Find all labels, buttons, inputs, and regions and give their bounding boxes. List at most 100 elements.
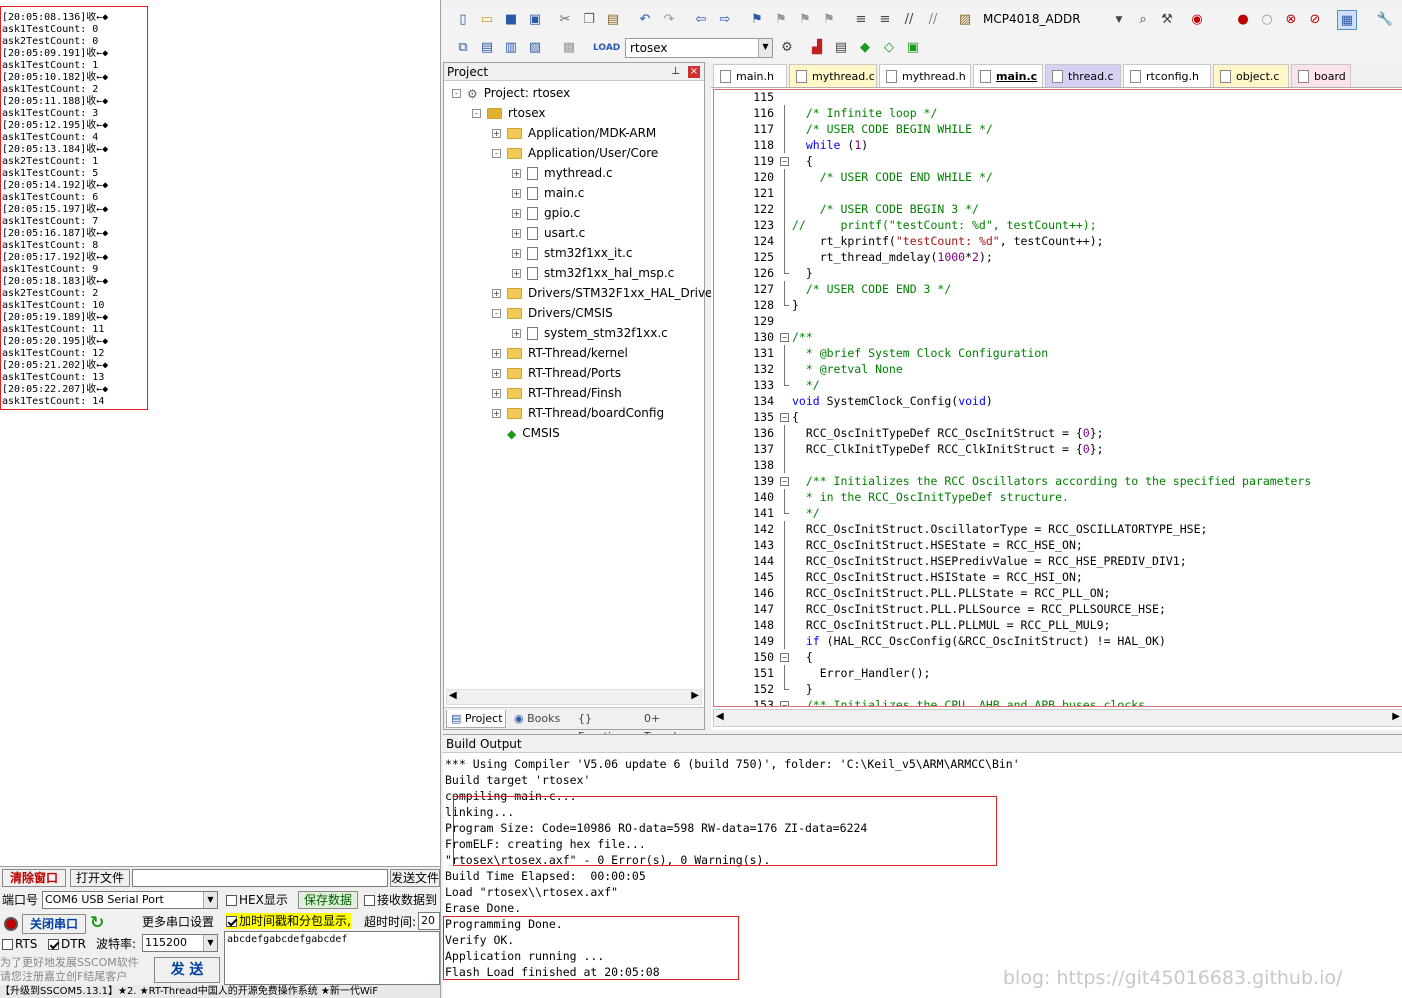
save-all-icon[interactable]: ▣ <box>525 10 545 30</box>
incremental-find-icon[interactable]: ⚒ <box>1157 10 1177 30</box>
fold-collapse-icon[interactable]: − <box>780 649 790 665</box>
project-tree-hscrollbar[interactable]: ◀ ▶ <box>446 689 702 705</box>
pack-installer-icon[interactable]: ▣ <box>903 38 923 58</box>
collapse-icon[interactable]: - <box>452 89 461 98</box>
scroll-right-icon[interactable]: ▶ <box>691 690 699 701</box>
send-file-button[interactable]: 发送文件 <box>390 869 440 887</box>
tree-item-folder[interactable]: - Drivers/CMSIS <box>492 303 613 323</box>
copy-icon[interactable]: ❐ <box>579 10 599 30</box>
build-icon[interactable]: ▤ <box>477 38 497 58</box>
close-icon[interactable]: × <box>688 66 700 78</box>
tree-item-folder[interactable]: + Drivers/STM32F1xx_HAL_Driver <box>492 283 717 303</box>
baud-select[interactable]: 115200 ▼ <box>142 934 218 952</box>
port-select[interactable]: COM6 USB Serial Port ▼ <box>42 891 218 909</box>
tree-item-file[interactable]: + gpio.c <box>512 203 580 223</box>
expand-icon[interactable]: + <box>512 329 521 338</box>
clear-window-button[interactable]: 清除窗口 <box>2 869 66 887</box>
recv-to-file-checkbox[interactable]: 接收数据到 <box>364 892 437 908</box>
refresh-icon[interactable]: ↻ <box>90 913 104 933</box>
send-text-input[interactable]: abcdefgabcdefgabcdef <box>224 931 440 985</box>
collapse-icon[interactable]: - <box>492 149 501 158</box>
scroll-right-icon[interactable]: ▶ <box>1392 711 1400 722</box>
next-bookmark-icon[interactable]: ⚑ <box>795 10 815 30</box>
dtr-checkbox[interactable]: DTR <box>48 936 86 952</box>
tab-templates[interactable]: 0+ Templ... <box>640 710 704 743</box>
fold-collapse-icon[interactable]: − <box>780 697 790 706</box>
fold-collapse-icon[interactable]: − <box>780 153 790 169</box>
file-path-input[interactable] <box>132 869 388 887</box>
new-file-icon[interactable]: ▯ <box>453 10 473 30</box>
tree-item-file[interactable]: + stm32f1xx_it.c <box>512 243 632 263</box>
fold-collapse-icon[interactable]: − <box>780 329 790 345</box>
save-data-button[interactable]: 保存数据 <box>298 891 358 909</box>
expand-icon[interactable]: + <box>512 189 521 198</box>
open-file-icon[interactable]: ▭ <box>477 10 497 30</box>
fold-collapse-icon[interactable]: − <box>780 473 790 489</box>
expand-icon[interactable]: + <box>492 389 501 398</box>
prev-bookmark-icon[interactable]: ⚑ <box>771 10 791 30</box>
tree-item-file[interactable]: + stm32f1xx_hal_msp.c <box>512 263 674 283</box>
timestamp-checkbox[interactable]: 加时间戳和分包显示, <box>226 913 351 929</box>
comment-icon[interactable]: // <box>899 10 919 30</box>
batch-build-icon[interactable]: ▧ <box>525 38 545 58</box>
expand-icon[interactable]: + <box>512 249 521 258</box>
save-icon[interactable]: ■ <box>501 10 521 30</box>
expand-icon[interactable]: + <box>492 129 501 138</box>
chevron-down-icon[interactable]: ▼ <box>1109 10 1129 30</box>
timeout-input[interactable]: 20 <box>418 912 440 930</box>
tree-item-folder[interactable]: + Application/MDK-ARM <box>492 123 656 143</box>
tab-board[interactable]: board <box>1291 64 1351 87</box>
tree-item-file[interactable]: + mythread.c <box>512 163 613 183</box>
cut-icon[interactable]: ✂ <box>555 10 575 30</box>
tree-item-cmsis[interactable]: ◆ CMSIS <box>492 423 560 443</box>
expand-icon[interactable]: + <box>492 409 501 418</box>
nav-forward-icon[interactable]: ⇨ <box>715 10 735 30</box>
window-layout-icon[interactable]: ▦ <box>1337 10 1357 30</box>
close-port-button[interactable]: 关闭串口 <box>22 914 86 934</box>
breakpoint-kill-icon[interactable]: ⊘ <box>1305 10 1325 30</box>
hex-display-checkbox[interactable]: HEX显示 <box>226 892 288 908</box>
open-file-button[interactable]: 打开文件 <box>70 869 130 887</box>
tree-item-folder[interactable]: + RT-Thread/Finsh <box>492 383 622 403</box>
target-options-icon[interactable]: ⚙ <box>777 38 797 58</box>
scroll-left-icon[interactable]: ◀ <box>449 690 457 701</box>
nav-back-icon[interactable]: ⇦ <box>691 10 711 30</box>
expand-icon[interactable]: + <box>512 269 521 278</box>
expand-icon[interactable]: + <box>492 349 501 358</box>
clear-bookmarks-icon[interactable]: ⚑ <box>819 10 839 30</box>
rts-checkbox[interactable]: RTS <box>2 936 37 952</box>
serial-receive-log[interactable]: [20:05:08.136]收←◆ ask1TestCount: 0 ask2Tes… <box>2 12 142 412</box>
expand-icon[interactable]: + <box>512 229 521 238</box>
rebuild-icon[interactable]: ▥ <box>501 38 521 58</box>
debug-start-icon[interactable]: ◉ <box>1187 10 1207 30</box>
code-area[interactable]: 115 116 /* Infinite loop */117 /* USER CO… <box>713 89 1402 707</box>
select-pack-icon[interactable]: ◇ <box>879 38 899 58</box>
tree-item-folder[interactable]: + RT-Thread/boardConfig <box>492 403 664 423</box>
tree-item-folder[interactable]: + RT-Thread/kernel <box>492 343 628 363</box>
expand-icon[interactable]: + <box>512 209 521 218</box>
find-combo[interactable]: MCP4018_ADDR <box>979 10 1125 30</box>
tree-item-file[interactable]: + main.c <box>512 183 584 203</box>
editor-hscrollbar[interactable]: ◀ ▶ <box>713 709 1402 727</box>
find-icon[interactable]: ⌕ <box>1133 10 1153 30</box>
tab-project[interactable]: ▤ Project <box>446 710 506 728</box>
tab-mythread-c[interactable]: mythread.c <box>789 64 877 87</box>
file-extensions-icon[interactable]: ▤ <box>831 38 851 58</box>
send-button[interactable]: 发 送 <box>154 957 220 983</box>
tree-item-folder[interactable]: - Application/User/Core <box>492 143 658 163</box>
breakpoint-icon[interactable]: ● <box>1233 10 1253 30</box>
breakpoint-clear-icon[interactable]: ⊗ <box>1281 10 1301 30</box>
manage-rte-icon[interactable]: ◆ <box>855 38 875 58</box>
tree-item-file[interactable]: + usart.c <box>512 223 585 243</box>
expand-icon[interactable]: + <box>512 169 521 178</box>
collapse-icon[interactable]: - <box>492 309 501 318</box>
tab-rtconfig-h[interactable]: rtconfig.h <box>1123 64 1211 87</box>
unindent-icon[interactable]: ≡ <box>875 10 895 30</box>
tab-thread-c[interactable]: thread.c <box>1045 64 1121 87</box>
find-in-files-icon[interactable]: ▨ <box>955 10 975 30</box>
pin-icon[interactable]: ⊥ <box>671 63 680 81</box>
fold-collapse-icon[interactable]: − <box>780 409 790 425</box>
stop-build-icon[interactable]: ▩ <box>559 38 579 58</box>
translate-icon[interactable]: ⧉ <box>453 38 473 58</box>
tree-item-folder[interactable]: + RT-Thread/Ports <box>492 363 621 383</box>
